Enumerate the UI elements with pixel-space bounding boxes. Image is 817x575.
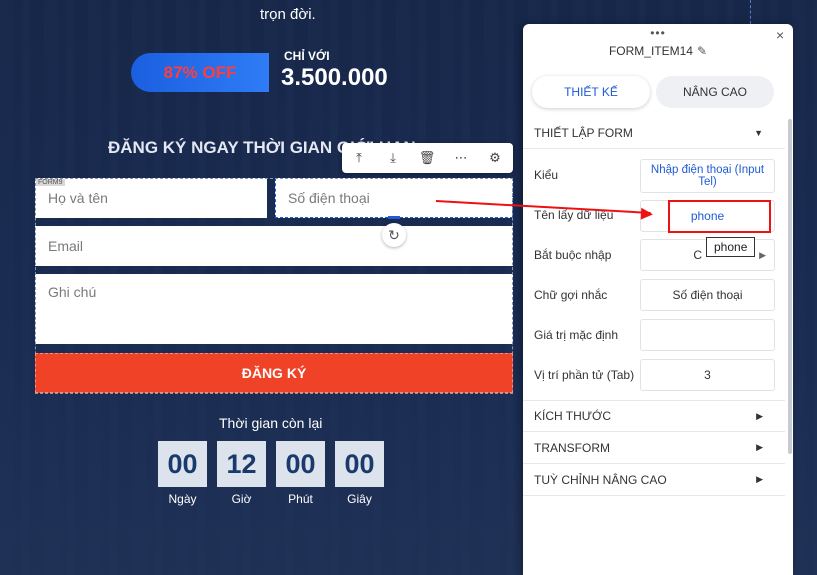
countdown-unit-hours: Giờ [231,492,252,506]
tab-index-label: Vị trí phần tử (Tab) [534,368,635,382]
drag-handle-icon[interactable]: ••• [523,26,793,40]
tab-design[interactable]: THIẾT KẾ [532,76,650,108]
countdown-days: 00 [158,441,207,487]
type-select[interactable]: Nhập điện thoại (Input Tel) [640,159,775,193]
type-label: Kiểu [534,168,559,182]
caret-down-icon: ▼ [754,127,763,138]
tab-advanced[interactable]: NÂNG CAO [656,76,774,108]
move-up-icon[interactable]: ⤒ [342,143,376,173]
guide-line [750,0,751,24]
caret-right-icon: ▶ [756,410,763,421]
trash-icon[interactable]: 🗑 [410,143,444,173]
panel-title: FORM_ITEM14 ✎ [523,44,793,58]
countdown-minutes: 00 [276,441,325,487]
close-icon[interactable]: × [776,27,784,43]
caret-right-icon: ▶ [756,442,763,452]
countdown-unit-days: Ngày [168,492,197,506]
section-form-setup-label: THIẾT LẬP FORM [534,125,633,140]
rotate-icon[interactable]: ↻ [382,223,406,247]
section-size-label: KÍCH THƯỚC [534,409,611,423]
edit-icon[interactable]: ✎ [697,44,707,58]
panel-scrollbar[interactable] [788,119,792,454]
caret-right-icon: ▶ [759,249,766,260]
price-value: 3.500.000 [281,64,388,91]
annotation-arrow-head [640,207,654,221]
section-advanced-label: TUỲ CHỈNH NÂNG CAO [534,472,667,487]
default-value-input[interactable] [640,319,775,351]
section-transform[interactable]: TRANSFORM ▶ [523,432,785,464]
annotation-highlight-box [668,200,771,233]
discount-badge: 87% OFF [131,53,269,92]
caret-right-icon: ▶ [756,474,763,484]
default-value-label: Giá trị mặc định [534,328,619,342]
price-label: CHỈ VỚI [284,49,330,63]
move-down-icon[interactable]: ⤓ [376,143,410,173]
section-advanced[interactable]: TUỲ CHỈNH NÂNG CAO ▶ [523,464,785,496]
tab-index-input[interactable]: 3 [640,359,775,391]
countdown-unit-seconds: Giây [347,492,372,506]
section-form-setup[interactable]: THIẾT LẬP FORM ▼ [523,117,785,149]
properties-panel: ••• FORM_ITEM14 ✎ × THIẾT KẾ NÂNG CAO THI… [523,24,793,575]
gear-icon[interactable]: ⚙ [478,143,512,173]
section-size[interactable]: KÍCH THƯỚC ▶ [523,400,785,432]
countdown-hours: 12 [217,441,266,487]
section-transform-label: TRANSFORM [534,440,610,455]
placeholder-label: Chữ gợi nhắc [534,288,608,302]
more-icon[interactable]: ⋯ [444,143,478,173]
element-toolbar: ⤒ ⤓ 🗑 ⋯ ⚙ [342,143,513,173]
required-label: Bắt buộc nhập [534,248,612,262]
form-tag: FORM9 [36,179,65,186]
countdown-seconds: 00 [335,441,384,487]
placeholder-input[interactable]: Số điện thoại [640,279,775,311]
intro-text: trọn đời. [260,6,316,23]
countdown-unit-minutes: Phút [288,492,313,506]
tooltip: phone [706,237,756,257]
required-value: C [693,248,702,262]
submit-button[interactable]: ĐĂNG KÝ [35,353,513,393]
panel-title-text: FORM_ITEM14 [608,44,693,58]
countdown-label: Thời gian còn lại [219,415,323,431]
